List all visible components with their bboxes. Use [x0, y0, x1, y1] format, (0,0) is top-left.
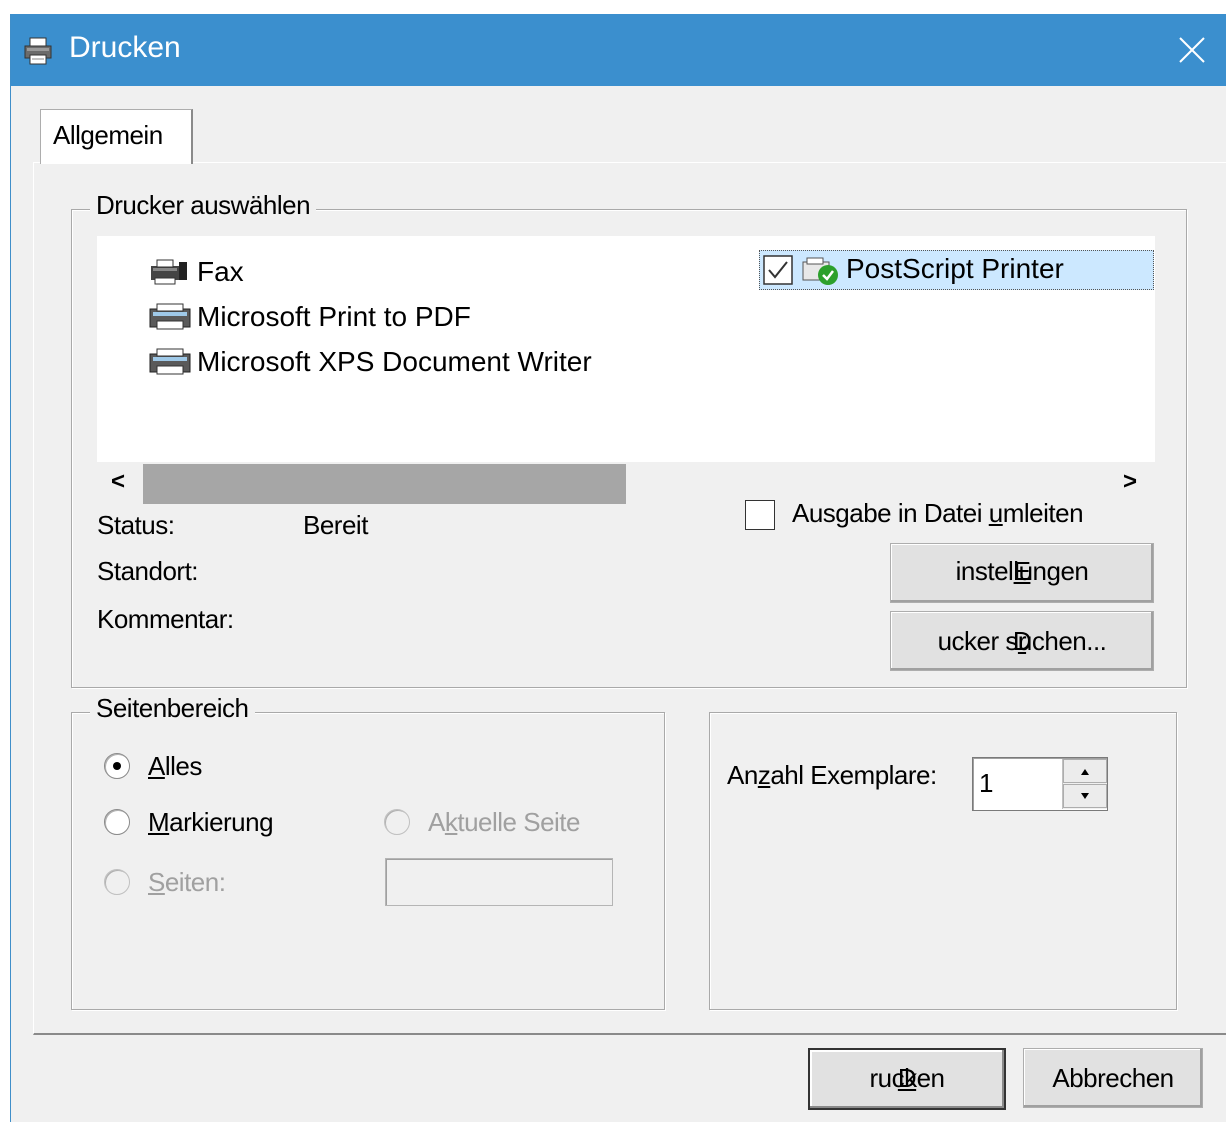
- checkbox-icon: [763, 255, 793, 290]
- printer-name: Fax: [197, 256, 244, 287]
- group-legend: Drucker auswählen: [90, 190, 317, 221]
- tab-label: Allgemein: [53, 120, 163, 150]
- spin-down-button[interactable]: [1063, 784, 1107, 808]
- comment-label: Kommentar:: [97, 604, 234, 634]
- print-to-file-label: Ausgabe in Datei umleiten: [792, 498, 1084, 528]
- radio-all-label: Alles: [148, 751, 202, 781]
- print-dialog: Drucken Allgemein Drucker auswählen Fax …: [10, 14, 1226, 1122]
- default-printer-icon: [802, 256, 840, 291]
- settings-button[interactable]: Einstellungen: [890, 543, 1154, 603]
- printer-item-postscript[interactable]: PostScript Printer: [759, 250, 1154, 290]
- spin-up-button[interactable]: [1063, 759, 1107, 783]
- printer-icon: [23, 36, 53, 66]
- location-label: Standort:: [97, 556, 199, 586]
- radio-current-page-label: Aktuelle Seite: [428, 807, 580, 837]
- status-label: Status:: [97, 510, 175, 540]
- printer-select-group: Drucker auswählen Fax Microsoft Print to…: [71, 190, 1187, 688]
- printer-icon: [149, 303, 191, 340]
- page-range-group: Seitenbereich Alles Markierung Aktuelle …: [71, 693, 665, 1010]
- group-legend: Seitenbereich: [90, 693, 255, 724]
- radio-selection[interactable]: [104, 809, 130, 835]
- printer-list[interactable]: Fax Microsoft Print to PDF Microsoft XPS…: [97, 236, 1155, 462]
- fax-printer-icon: [149, 258, 189, 295]
- title-bar: Drucken: [11, 14, 1226, 86]
- find-printer-button[interactable]: Dr ucker suchen...: [890, 611, 1154, 671]
- printer-name: Microsoft Print to PDF: [197, 301, 471, 332]
- copies-spinner[interactable]: [1062, 759, 1107, 809]
- print-to-file-checkbox[interactable]: [745, 500, 775, 530]
- radio-pages[interactable]: [104, 869, 130, 895]
- copies-label: Anzahl Exemplare:: [727, 760, 937, 790]
- scroll-right-arrow-icon[interactable]: >: [1123, 468, 1137, 496]
- scroll-left-arrow-icon[interactable]: <: [111, 468, 125, 496]
- radio-selection-label: Markierung: [148, 807, 274, 837]
- radio-current-page[interactable]: [384, 809, 410, 835]
- printer-item-pdf[interactable]: Microsoft Print to PDF: [149, 299, 569, 335]
- arrow-down-icon: [1081, 793, 1089, 799]
- status-value: Bereit: [303, 510, 368, 540]
- printer-icon: [149, 348, 191, 385]
- pages-input[interactable]: [385, 858, 613, 906]
- printer-name: Microsoft XPS Document Writer: [197, 346, 592, 377]
- radio-all[interactable]: [104, 753, 130, 779]
- scrollbar-thumb[interactable]: [143, 464, 626, 504]
- cancel-button[interactable]: Abbrechen: [1023, 1048, 1203, 1108]
- print-button[interactable]: Drucken: [808, 1048, 1006, 1110]
- radio-pages-label: Seiten:: [148, 867, 226, 897]
- printer-item-xps[interactable]: Microsoft XPS Document Writer: [149, 344, 669, 380]
- printer-name: PostScript Printer: [846, 253, 1064, 284]
- tab-general[interactable]: Allgemein: [40, 109, 193, 164]
- arrow-up-icon: [1081, 769, 1089, 775]
- close-icon: [1179, 37, 1205, 63]
- close-button[interactable]: [1157, 14, 1226, 86]
- printer-item-fax[interactable]: Fax: [149, 254, 349, 290]
- window-title: Drucken: [69, 31, 181, 64]
